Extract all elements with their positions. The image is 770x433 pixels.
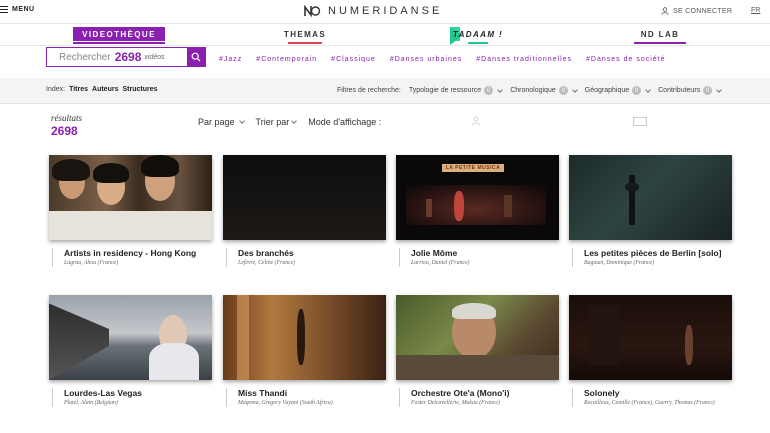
- video-title[interactable]: Des branchés: [238, 248, 384, 258]
- video-thumbnail[interactable]: [223, 295, 386, 380]
- nav-themas[interactable]: THEMAS: [282, 27, 328, 44]
- video-title[interactable]: Orchestre Ote'a (Mono'i): [411, 388, 557, 398]
- results-count: 2698: [51, 124, 78, 138]
- index-structures[interactable]: Structures: [122, 86, 157, 93]
- login-label: SE CONNECTER: [673, 7, 733, 15]
- list-view-icon[interactable]: [471, 116, 481, 126]
- hamburger-icon: [0, 6, 8, 13]
- result-controls: Par page Trier par Mode d'affichage :: [198, 117, 381, 127]
- nav-ndlab[interactable]: ND LAB: [634, 27, 686, 44]
- chevron-down-icon: [571, 86, 578, 93]
- filter-typologie[interactable]: Typologie de ressource 0: [408, 86, 504, 95]
- chevron-down-icon: [497, 86, 504, 93]
- filter-contributeurs-label: Contributeurs: [658, 87, 701, 94]
- sort-dropdown[interactable]: Trier par: [255, 117, 298, 127]
- video-title[interactable]: Les petites pièces de Berlin [solo]: [584, 248, 730, 258]
- video-info: Orchestre Ote'a (Mono'i) Foster Delcavel…: [399, 388, 557, 407]
- filter-geographique-label: Géographique: [584, 87, 630, 94]
- index-label: Index:: [46, 86, 66, 93]
- video-info: Jolie Môme Larrieu, Daniel (France): [399, 248, 557, 267]
- video-info: Solonely Rocailleux, Camille (France), G…: [572, 388, 730, 407]
- search-box[interactable]: Rechercher 2698 vidéos: [46, 47, 206, 67]
- top-bar: MENU NUMERIDANSE SE CONNECTER FR: [0, 0, 770, 24]
- search-video-unit: vidéos: [144, 53, 165, 61]
- video-author[interactable]: Maqoma, Gregory Vuyani (South Africa): [238, 400, 384, 407]
- video-author[interactable]: Platel, Alain (Belgium): [64, 400, 210, 407]
- video-info: Lourdes-Las Vegas Platel, Alain (Belgium…: [52, 388, 210, 407]
- filter-contributeurs-count: 0: [703, 86, 713, 95]
- numeridanse-logo-icon: [304, 4, 321, 18]
- video-title[interactable]: Jolie Môme: [411, 248, 557, 258]
- per-page-label: Par page: [198, 117, 235, 127]
- video-author[interactable]: Foster Delcavellerie, Makau (France): [411, 400, 557, 407]
- video-title[interactable]: Lourdes-Las Vegas: [64, 388, 210, 398]
- video-title[interactable]: Artists in residency - Hong Kong: [64, 248, 210, 258]
- chevron-down-icon: [291, 118, 298, 124]
- video-title[interactable]: Miss Thandi: [238, 388, 384, 398]
- tag-danses-de-societe[interactable]: #Danses de société: [586, 56, 665, 63]
- chevron-down-icon: [645, 86, 651, 93]
- video-info: Des branchés Lefèvre, Céline (France): [226, 248, 384, 267]
- video-info: Les petites pièces de Berlin [solo] Bago…: [572, 248, 730, 267]
- section-nav: VIDEOTHÈQUE THEMAS TADAAM ! ND LAB: [0, 24, 770, 46]
- video-author[interactable]: Lagraa, Abou (France): [64, 260, 210, 267]
- filter-bar: Index: Titres Auteurs Structures Filtres…: [0, 78, 770, 104]
- nav-tadaam-label: TADAAM !: [452, 29, 504, 39]
- index-titres[interactable]: Titres: [69, 86, 88, 93]
- user-icon: [661, 7, 669, 15]
- filter-geographique[interactable]: Géographique 0: [584, 86, 651, 95]
- video-title[interactable]: Solonely: [584, 388, 730, 398]
- search-filters: Filtres de recherche: Typologie de resso…: [337, 86, 722, 95]
- chevron-down-icon: [716, 86, 722, 93]
- filters-label: Filtres de recherche:: [337, 87, 401, 94]
- video-info: Miss Thandi Maqoma, Gregory Vuyani (Sout…: [226, 388, 384, 407]
- grid-view-icon[interactable]: [633, 117, 647, 126]
- video-author[interactable]: Rocailleux, Camille (France), Guerry, Th…: [584, 400, 730, 407]
- language-switch[interactable]: FR: [751, 7, 760, 14]
- video-author[interactable]: Larrieu, Daniel (France): [411, 260, 557, 267]
- video-author[interactable]: Lefèvre, Céline (France): [238, 260, 384, 267]
- search-input[interactable]: Rechercher: [59, 52, 111, 63]
- search-icon: [191, 52, 201, 62]
- index-links: Index: Titres Auteurs Structures: [46, 86, 157, 93]
- video-thumbnail[interactable]: LA PETITE MUSICA: [396, 155, 559, 240]
- video-thumbnail[interactable]: [569, 155, 732, 240]
- tag-danses-traditionnelles[interactable]: #Danses traditionnelles: [476, 56, 572, 63]
- search-video-count: 2698: [114, 50, 142, 64]
- video-thumbnail[interactable]: [49, 295, 212, 380]
- filter-chronologique-label: Chronologique: [510, 87, 556, 94]
- filter-contributeurs[interactable]: Contributeurs 0: [658, 86, 722, 95]
- index-auteurs[interactable]: Auteurs: [92, 86, 118, 93]
- tag-list: #Jazz #Contemporain #Classique #Danses u…: [219, 56, 666, 63]
- brand[interactable]: NUMERIDANSE: [303, 4, 442, 18]
- video-thumbnail[interactable]: [396, 295, 559, 380]
- video-info: Artists in residency - Hong Kong Lagraa,…: [52, 248, 210, 267]
- menu-button[interactable]: MENU: [0, 6, 35, 13]
- login-button[interactable]: SE CONNECTER: [661, 7, 732, 15]
- per-page-dropdown[interactable]: Par page: [198, 117, 245, 127]
- video-author[interactable]: Bagouet, Dominique (France): [584, 260, 730, 267]
- thumbnail-banner: LA PETITE MUSICA: [442, 164, 504, 172]
- menu-label: MENU: [12, 6, 35, 13]
- filter-typologie-label: Typologie de ressource: [408, 87, 482, 94]
- brand-title: NUMERIDANSE: [328, 5, 443, 17]
- tag-jazz[interactable]: #Jazz: [219, 56, 242, 63]
- nav-tadaam[interactable]: TADAAM !: [450, 27, 506, 45]
- video-thumbnail[interactable]: [49, 155, 212, 240]
- display-mode-label: Mode d'affichage :: [308, 117, 382, 127]
- results-label: résultats: [51, 113, 83, 123]
- nav-videotheque[interactable]: VIDEOTHÈQUE: [73, 27, 165, 44]
- filter-chronologique-count: 0: [558, 86, 568, 95]
- chevron-down-icon: [238, 118, 245, 124]
- tag-contemporain[interactable]: #Contemporain: [256, 56, 317, 63]
- search-button[interactable]: [187, 48, 205, 66]
- sort-label: Trier par: [255, 117, 290, 127]
- video-thumbnail[interactable]: [569, 295, 732, 380]
- filter-typologie-count: 0: [484, 86, 494, 95]
- filter-chronologique[interactable]: Chronologique 0: [510, 86, 578, 95]
- filter-geographique-count: 0: [632, 86, 642, 95]
- video-thumbnail[interactable]: [223, 155, 386, 240]
- tag-danses-urbaines[interactable]: #Danses urbaines: [390, 56, 462, 63]
- tag-classique[interactable]: #Classique: [331, 56, 376, 63]
